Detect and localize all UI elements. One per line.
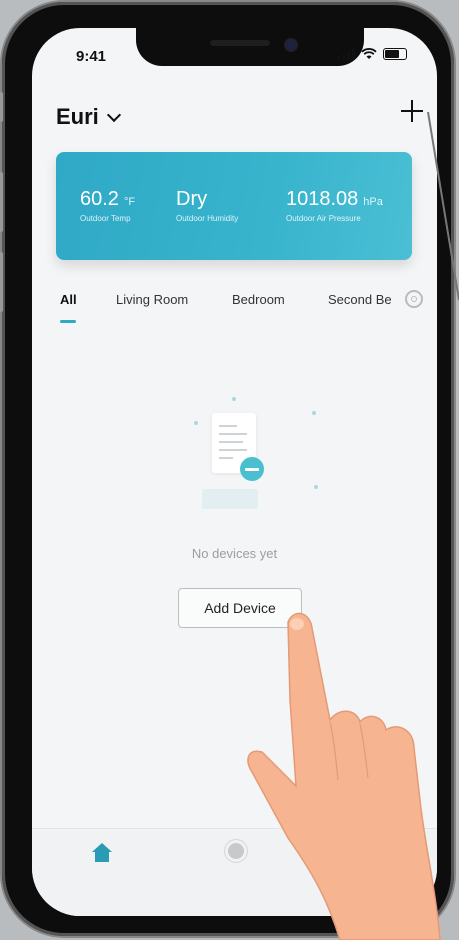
annotation-arrow [427,111,459,301]
